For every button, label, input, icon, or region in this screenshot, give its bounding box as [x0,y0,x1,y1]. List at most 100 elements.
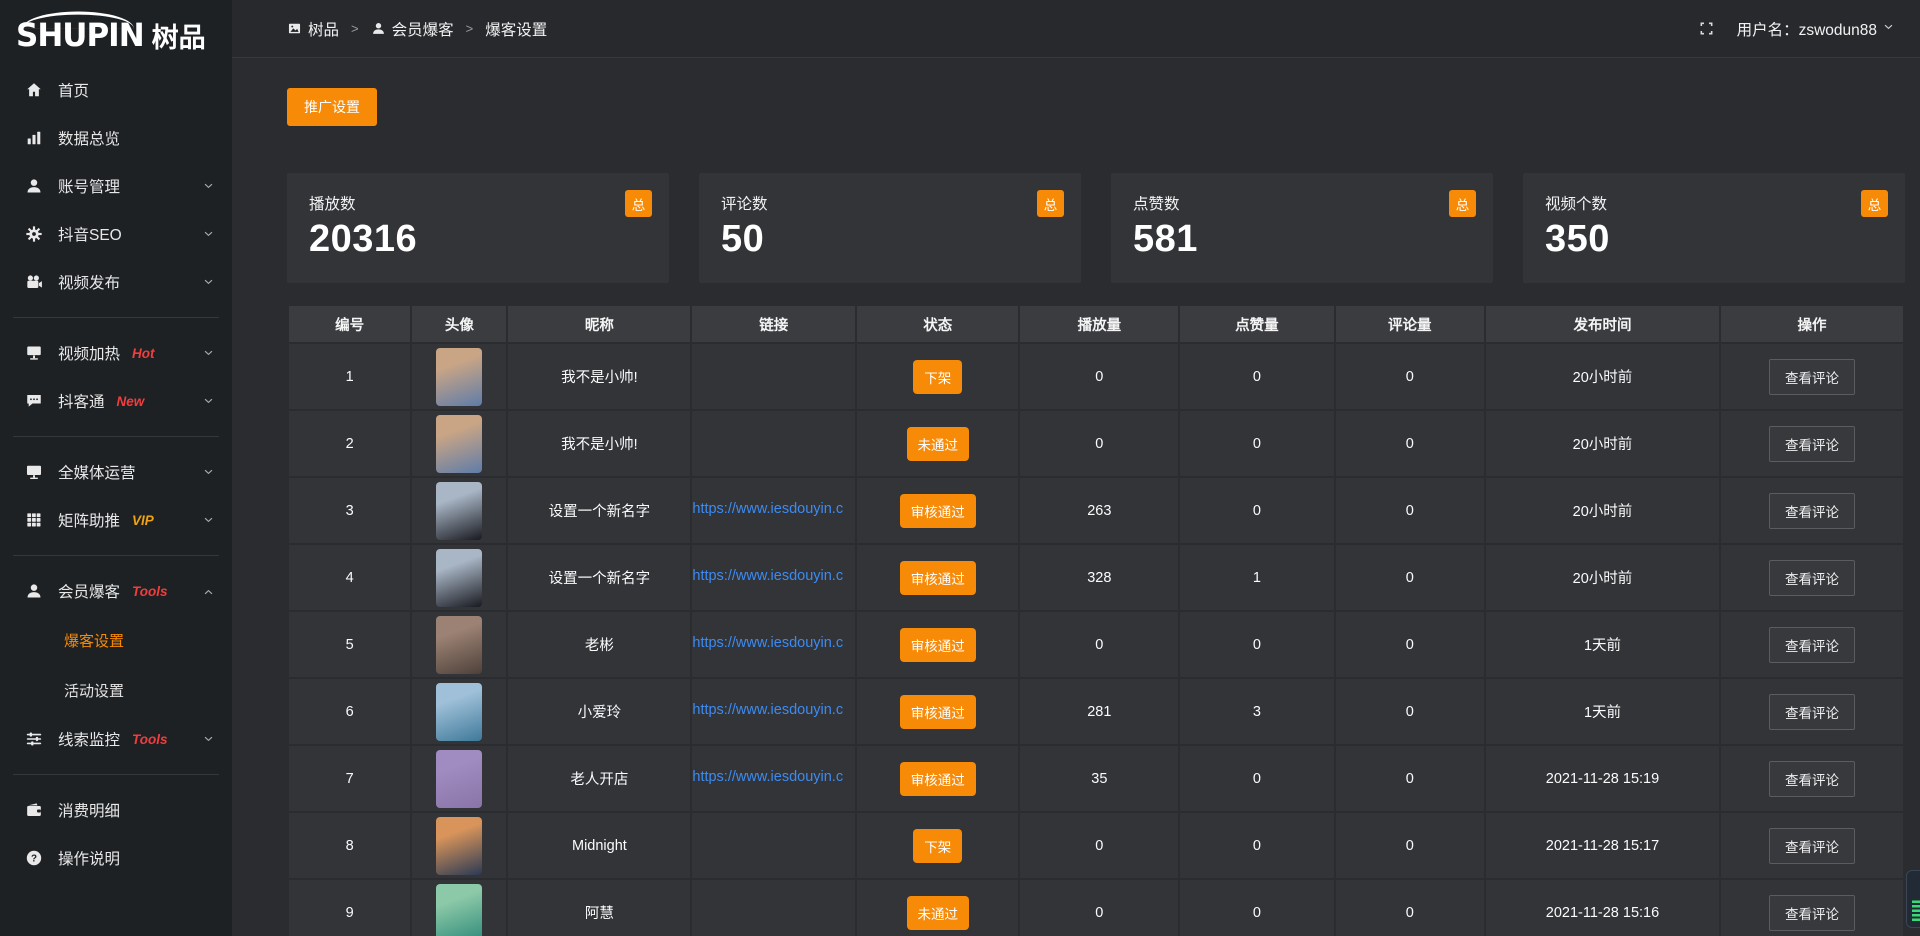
cell-status: 审核通过 [857,545,1018,610]
status-badge[interactable]: 审核通过 [900,762,976,796]
column-header: 操作 [1721,306,1903,342]
cell-nickname: 阿慧 [508,880,690,936]
cell-id: 7 [289,746,410,811]
view-comments-button[interactable]: 查看评论 [1769,426,1855,462]
home-icon [25,81,43,99]
username-label: 用户名：zswodun88 [1737,18,1877,40]
sidebar-item-label: 线索监控 [58,728,120,750]
view-comments-button[interactable]: 查看评论 [1769,895,1855,931]
avatar [436,683,482,741]
logo-text-cn: 树品 [152,24,206,52]
sidebar-item-label: 抖客通 [58,390,105,412]
avatar [436,750,482,808]
question-icon: ? [25,849,43,867]
view-comments-button[interactable]: 查看评论 [1769,493,1855,529]
sidebar-item-video-publish[interactable]: 视频发布 [0,258,232,306]
status-badge[interactable]: 下架 [913,829,962,863]
cell-avatar [412,746,506,811]
sidebar-item-media-operation[interactable]: 全媒体运营 [0,448,232,496]
stat-card-value: 581 [1133,218,1471,261]
sidebar-item-label: 会员爆客 [58,580,120,602]
cell-nickname: Midnight [508,813,690,878]
promo-settings-button[interactable]: 推广设置 [287,88,377,126]
floating-helper-widget[interactable] [1906,870,1920,928]
sidebar-item-douyin-seo[interactable]: 抖音SEO [0,210,232,258]
cell-publish-time: 20小时前 [1486,545,1719,610]
status-badge[interactable]: 审核通过 [900,695,976,729]
video-link[interactable]: https://www.iesdouyin.c [692,702,843,718]
view-comments-button[interactable]: 查看评论 [1769,694,1855,730]
sidebar-divider [13,774,219,775]
status-badge[interactable]: 未通过 [907,427,970,461]
cell-id: 3 [289,478,410,543]
cell-publish-time: 20小时前 [1486,478,1719,543]
sidebar-item-consume-detail[interactable]: 消费明细 [0,786,232,834]
table-row: 3设置一个新名字https://www.iesdouyin.c审核通过26300… [289,478,1903,543]
avatar [436,482,482,540]
cell-link: https://www.iesdouyin.c [692,545,855,610]
cell-comments: 0 [1336,411,1484,476]
status-badge[interactable]: 审核通过 [900,561,976,595]
sidebar-item-account-manage[interactable]: 账号管理 [0,162,232,210]
video-link[interactable]: https://www.iesdouyin.c [692,501,843,517]
cell-plays: 0 [1020,411,1178,476]
sidebar-item-member-baoke[interactable]: 会员爆客Tools [0,567,232,615]
cell-publish-time: 1天前 [1486,612,1719,677]
sidebar-item-video-heat[interactable]: 视频加热Hot [0,329,232,377]
view-comments-button[interactable]: 查看评论 [1769,828,1855,864]
sidebar-subitem-baoke-settings[interactable]: 爆客设置 [0,615,232,665]
cell-link: https://www.iesdouyin.c [692,679,855,744]
sidebar-item-data-overview[interactable]: 数据总览 [0,114,232,162]
sidebar-item-tag: New [117,394,145,409]
svg-text:?: ? [31,854,37,865]
chevron-down-icon [203,734,214,745]
cell-publish-time: 1天前 [1486,679,1719,744]
video-link[interactable]: https://www.iesdouyin.c [692,635,843,651]
logo-text-en: SHUPIN [16,21,144,53]
column-header: 评论量 [1336,306,1484,342]
wallet-icon [25,801,43,819]
view-comments-button[interactable]: 查看评论 [1769,359,1855,395]
sidebar-item-label: 视频加热 [58,342,120,364]
status-badge[interactable]: 未通过 [907,896,970,930]
sidebar-item-clue-monitor[interactable]: 线索监控Tools [0,715,232,763]
sidebar-item-operation-guide[interactable]: ?操作说明 [0,834,232,882]
user-menu[interactable]: 用户名：zswodun88 [1737,18,1894,40]
breadcrumb-item[interactable]: 树品 [287,18,339,40]
cell-actions: 查看评论 [1721,612,1903,677]
breadcrumb-item[interactable]: 爆客设置 [485,18,547,40]
status-badge[interactable]: 审核通过 [900,494,976,528]
view-comments-button[interactable]: 查看评论 [1769,627,1855,663]
sidebar-item-label: 视频发布 [58,271,120,293]
stat-card-label: 点赞数 [1133,192,1471,214]
sidebar-subitem-activity-settings[interactable]: 活动设置 [0,665,232,715]
cell-avatar [412,344,506,409]
status-badge[interactable]: 审核通过 [900,628,976,662]
cell-link [692,411,855,476]
monitor-play-icon [25,344,43,362]
view-comments-button[interactable]: 查看评论 [1769,761,1855,797]
stat-cards: 播放数20316总评论数50总点赞数581总视频个数350总 [287,173,1905,283]
video-link[interactable]: https://www.iesdouyin.c [692,769,843,785]
status-badge[interactable]: 下架 [913,360,962,394]
cell-publish-time: 2021-11-28 15:16 [1486,880,1719,936]
column-header: 播放量 [1020,306,1178,342]
sidebar-item-label: 抖音SEO [58,223,122,245]
video-link[interactable]: https://www.iesdouyin.c [692,568,843,584]
sidebar-item-home[interactable]: 首页 [0,66,232,114]
sidebar-item-matrix-boost[interactable]: 矩阵助推VIP [0,496,232,544]
table-row: 6小爱玲https://www.iesdouyin.c审核通过281301天前查… [289,679,1903,744]
cell-id: 9 [289,880,410,936]
view-comments-button[interactable]: 查看评论 [1769,560,1855,596]
monitor-icon [25,463,43,481]
cell-likes: 3 [1180,679,1333,744]
cell-plays: 0 [1020,813,1178,878]
fullscreen-icon[interactable] [1698,20,1715,37]
cell-link [692,344,855,409]
cell-id: 1 [289,344,410,409]
cell-likes: 0 [1180,612,1333,677]
breadcrumb-item[interactable]: 会员爆客 [371,18,454,40]
total-badge: 总 [1037,190,1064,217]
sidebar-item-douketong[interactable]: 抖客通 New [0,377,232,425]
avatar [436,884,482,936]
